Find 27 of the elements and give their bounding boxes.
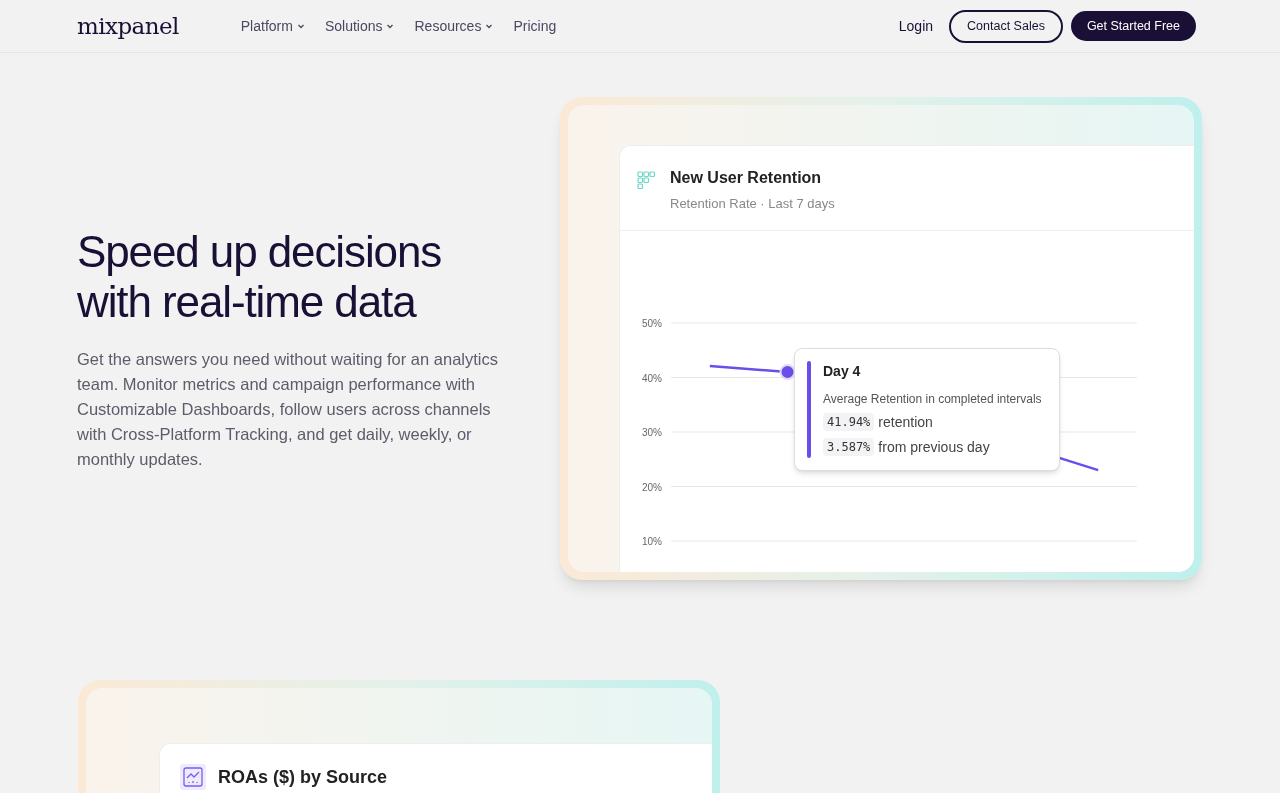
y-axis-label: 30% <box>642 426 662 438</box>
tooltip-title: Day 4 <box>823 361 862 381</box>
y-axis-label: 10% <box>642 535 662 547</box>
card-title: ROAs ($) by Source <box>218 766 388 789</box>
nav-link[interactable]: Resources <box>414 15 494 37</box>
nav-link[interactable]: Pricing <box>513 15 557 37</box>
login-link[interactable]: Login <box>898 15 934 37</box>
get-started-button[interactable]: Get Started Free <box>1070 11 1196 41</box>
tooltip-description: Average Retention in completed intervals <box>823 390 1042 408</box>
logo[interactable]: mixpanel <box>77 8 179 44</box>
nav-link[interactable]: Solutions <box>324 15 395 37</box>
contact-sales-button[interactable]: Contact Sales <box>949 9 1063 43</box>
nav-link[interactable]: Platform <box>240 15 305 37</box>
y-axis-label: 20% <box>642 481 662 492</box>
card-subtitle: Retention Rate · Last 7 days <box>670 195 835 213</box>
y-axis-label: 40% <box>642 372 662 383</box>
line-chart-icon <box>180 764 206 790</box>
hero-heading: Speed up decisions with real-time data <box>77 227 443 327</box>
y-axis-label: 50% <box>642 317 662 329</box>
card-title: New User Retention <box>670 168 823 188</box>
grid-icon <box>636 170 658 192</box>
metric-value: 41.94% <box>823 413 875 431</box>
metric-value: 3.587% <box>823 438 875 456</box>
metric-label: retention <box>878 412 933 432</box>
data-point <box>779 363 796 380</box>
hero-description: Get the answers you need without waiting for an analytics team. Monitor metrics and campaign performance with Customizable Dashboards, follow users across channels with Cross-Platform Tracking, and get daily, weekly, or monthly updates. <box>77 349 499 470</box>
metric-label: from previous day <box>878 437 990 457</box>
